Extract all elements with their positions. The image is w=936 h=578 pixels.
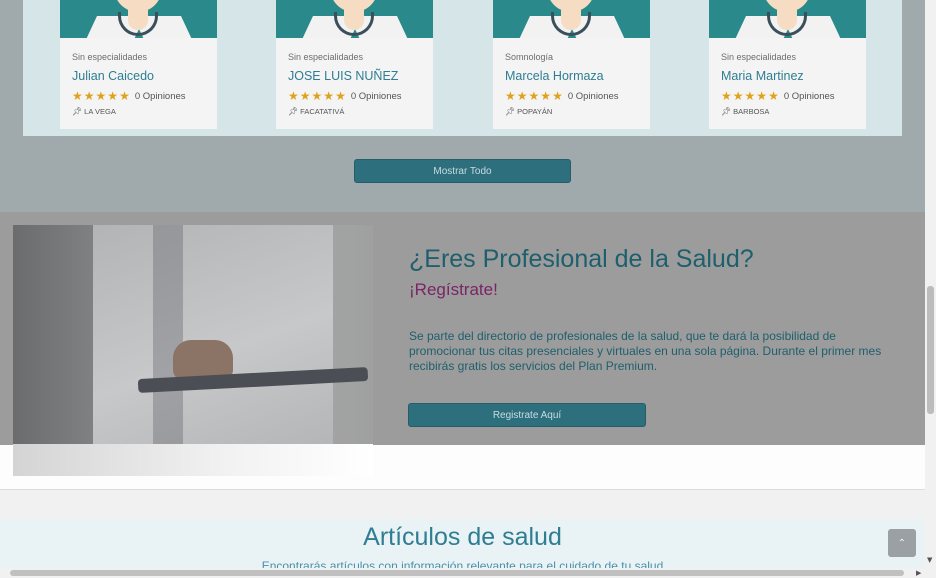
rating-stars: ★ ★ ★ ★ ★ 0 Opiniones (505, 90, 619, 102)
doctor-avatar (276, 0, 433, 38)
star-icon: ★ (95, 89, 107, 103)
doctor-location: 📌︎ FACATATIVÁ (288, 107, 344, 116)
star-icon: ★ (516, 89, 528, 103)
star-icon: ★ (540, 89, 552, 103)
star-icon: ★ (768, 89, 779, 103)
star-icon: ★ (299, 89, 311, 103)
doctor-avatar (60, 0, 217, 38)
doctor-card[interactable]: Sin especialidades Julian Caicedo ★ ★ ★ … (60, 0, 217, 129)
doctor-avatar (709, 0, 866, 38)
pin-icon: 📌︎ (721, 107, 732, 116)
opinions-count: 0 Opiniones (567, 90, 619, 102)
star-icon: ★ (505, 89, 516, 103)
doctor-name-link[interactable]: Julian Caicedo (72, 69, 154, 83)
doctor-card[interactable]: Sin especialidades JOSE LUIS NUÑEZ ★ ★ ★… (276, 0, 433, 129)
rating-stars: ★ ★ ★ ★ ★ 0 Opiniones (72, 90, 186, 102)
star-icon: ★ (107, 89, 119, 103)
chevron-up-icon: ⌃ (897, 537, 907, 549)
articles-title: Artículos de salud (363, 523, 562, 551)
star-icon: ★ (323, 89, 335, 103)
opinions-count: 0 Opiniones (783, 90, 835, 102)
star-icon: ★ (83, 89, 95, 103)
horizontal-scrollbar[interactable]: ▶ (0, 568, 925, 578)
doctor-location: 📌︎ BARBOSA (721, 107, 769, 116)
doctor-specialty: Sin especialidades (721, 52, 797, 62)
scrollbar-corner (925, 568, 936, 578)
doctor-tablet-image (13, 225, 373, 476)
show-all-button[interactable]: Mostrar Todo (354, 159, 571, 183)
rating-stars: ★ ★ ★ ★ ★ 0 Opiniones (288, 90, 402, 102)
opinions-count: 0 Opiniones (350, 90, 402, 102)
doctor-name-link[interactable]: JOSE LUIS NUÑEZ (288, 69, 398, 83)
star-icon: ★ (119, 89, 130, 103)
scroll-to-top-button[interactable]: ⌃ (888, 529, 916, 557)
doctor-cards-band: Sin especialidades Julian Caicedo ★ ★ ★ … (23, 0, 902, 136)
section-gap (0, 490, 925, 519)
pin-icon: 📌︎ (505, 107, 516, 116)
scroll-down-arrow-icon[interactable]: ▼ (927, 556, 932, 564)
doctor-name-link[interactable]: Marcela Hormaza (505, 69, 604, 83)
doctor-specialty: Somnología (505, 52, 554, 62)
star-icon: ★ (756, 89, 768, 103)
star-icon: ★ (744, 89, 756, 103)
pin-icon: 📌︎ (288, 107, 299, 116)
star-icon: ★ (732, 89, 744, 103)
star-icon: ★ (721, 89, 732, 103)
pin-icon: 📌︎ (72, 107, 83, 116)
doctor-city: POPAYÁN (517, 107, 553, 116)
star-icon: ★ (72, 89, 83, 103)
star-icon: ★ (335, 89, 346, 103)
star-icon: ★ (552, 89, 563, 103)
star-icon: ★ (288, 89, 299, 103)
opinions-count: 0 Opiniones (134, 90, 186, 102)
professional-description: Se parte del directorio de profesionales… (409, 329, 882, 373)
doctor-avatar (493, 0, 650, 38)
doctor-name-link[interactable]: Maria Martinez (721, 69, 804, 83)
doctor-specialty: Sin especialidades (72, 52, 148, 62)
doctor-city: LA VEGA (84, 107, 116, 116)
doctor-city: BARBOSA (733, 107, 770, 116)
doctor-card[interactable]: Sin especialidades Maria Martinez ★ ★ ★ … (709, 0, 866, 129)
doctor-city: FACATATIVÁ (300, 107, 345, 116)
doctor-location: 📌︎ POPAYÁN (505, 107, 552, 116)
doctor-specialty: Sin especialidades (288, 52, 364, 62)
scroll-right-arrow-icon[interactable]: ▶ (916, 569, 921, 577)
vertical-scroll-thumb[interactable] (927, 286, 934, 414)
star-icon: ★ (311, 89, 323, 103)
doctor-location: 📌︎ LA VEGA (72, 107, 116, 116)
register-subtitle: ¡Regístrate! (409, 280, 498, 299)
vertical-scrollbar[interactable]: ▼ (925, 0, 936, 568)
doctor-card[interactable]: Somnología Marcela Hormaza ★ ★ ★ ★ ★ 0 O… (493, 0, 650, 129)
doctors-section: Sin especialidades Julian Caicedo ★ ★ ★ … (0, 0, 925, 212)
horizontal-scroll-thumb[interactable] (10, 570, 904, 576)
professional-section: ¿Eres Profesional de la Salud? ¡Regístra… (0, 212, 925, 490)
professional-title: ¿Eres Profesional de la Salud? (409, 245, 754, 273)
rating-stars: ★ ★ ★ ★ ★ 0 Opiniones (721, 90, 835, 102)
register-button[interactable]: Registrate Aquí (408, 403, 646, 427)
star-icon: ★ (528, 89, 540, 103)
